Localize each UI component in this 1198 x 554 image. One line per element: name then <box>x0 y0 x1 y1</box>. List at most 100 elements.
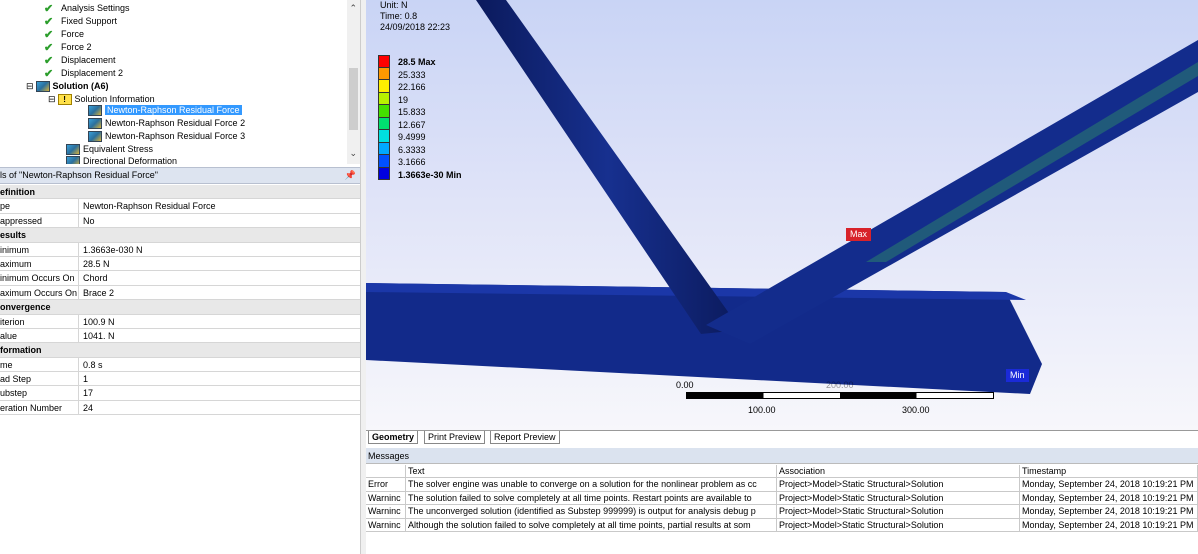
details-row[interactable]: pe Newton-Raphson Residual Force <box>0 199 360 214</box>
force-icon: ✔ <box>44 29 54 42</box>
result-icon <box>88 131 102 143</box>
message-row[interactable]: Warninc The unconverged solution (identif… <box>366 505 1198 519</box>
result-icon <box>66 156 80 164</box>
message-text: The unconverged solution (identified as … <box>406 505 777 518</box>
tree-item-displacement-2[interactable]: ✔ Displacement 2 <box>44 67 123 80</box>
legend-label: 28.5 Max <box>398 57 436 67</box>
tree-item-solution[interactable]: ⊟ Solution (A6) <box>26 80 109 93</box>
legend-label: 1.3663e-30 Min <box>398 169 462 180</box>
message-type: Warninc <box>366 518 406 531</box>
chevron-up-icon[interactable]: ⌃ <box>349 3 357 14</box>
legend-swatch <box>378 155 390 168</box>
details-key: onvergence <box>0 302 51 313</box>
legend-label: 9.4999 <box>398 132 426 142</box>
tree-item-nr-residual-force-3[interactable]: Newton-Raphson Residual Force 3 <box>88 130 245 143</box>
details-value[interactable]: 1 <box>80 372 360 385</box>
details-value[interactable]: No <box>80 214 360 227</box>
legend-swatch <box>378 167 390 180</box>
model-render <box>366 0 1198 394</box>
details-row[interactable]: aximum Occurs On Brace 2 <box>0 285 360 301</box>
details-row[interactable]: inimum 1.3663e-030 N <box>0 242 360 257</box>
message-row[interactable]: Error The solver engine was unable to con… <box>366 478 1198 492</box>
details-key: efinition <box>0 187 35 197</box>
details-value[interactable]: Chord <box>80 271 360 284</box>
column-header[interactable] <box>366 465 406 478</box>
legend-label: 3.1666 <box>398 157 426 167</box>
message-type: Warninc <box>366 505 406 518</box>
details-section-header[interactable]: formation <box>0 343 360 358</box>
details-row[interactable]: inimum Occurs On Chord <box>0 271 360 286</box>
column-header[interactable]: Text <box>406 465 777 478</box>
details-value[interactable]: 24 <box>80 401 360 414</box>
details-row[interactable]: eration Number 24 <box>0 400 360 416</box>
tree-item-force-2[interactable]: ✔ Force 2 <box>44 41 92 54</box>
messages-header-row: Text Association Timestamp <box>366 465 1198 479</box>
scale-ruler: 0.00 200.00 100.00 300.00 <box>676 380 996 420</box>
outline-tree: ✔ Analysis Settings ✔ Fixed Support ✔ Force… <box>0 0 360 164</box>
tree-item-directional-deformation[interactable]: Directional Deformation <box>66 155 177 164</box>
graphics-viewport[interactable]: Unit: N Time: 0.8 24/09/2018 22:23 28.5 … <box>366 0 1198 430</box>
details-key: eration Number <box>0 400 79 415</box>
tree-item-displacement[interactable]: ✔ Displacement <box>44 54 116 67</box>
tree-item-nr-residual-force-2[interactable]: Newton-Raphson Residual Force 2 <box>88 117 245 130</box>
scale-bar <box>686 392 994 399</box>
details-value[interactable]: Brace 2 <box>80 286 360 299</box>
details-value[interactable]: 28.5 N <box>80 257 360 270</box>
tree-item-fixed-support[interactable]: ✔ Fixed Support <box>44 15 117 28</box>
details-value[interactable]: 1.3663e-030 N <box>80 243 360 256</box>
details-key: alue <box>0 328 79 343</box>
displacement-icon: ✔ <box>44 68 54 81</box>
details-row[interactable]: ad Step 1 <box>0 372 360 387</box>
min-probe-label[interactable]: Min <box>1006 369 1029 382</box>
view-tabs: Geometry Print Preview Report Preview <box>366 430 1198 444</box>
details-row[interactable]: aximum 28.5 N <box>0 256 360 272</box>
details-row[interactable]: me 0.8 s <box>0 357 360 373</box>
result-icon <box>88 118 102 130</box>
tab-print-preview[interactable]: Print Preview <box>424 431 486 444</box>
tree-item-nr-residual-force[interactable]: Newton-Raphson Residual Force <box>88 104 242 117</box>
details-value[interactable]: 0.8 s <box>80 358 360 371</box>
warning-icon: ! <box>57 94 72 106</box>
max-probe-label[interactable]: Max <box>846 228 872 241</box>
messages-panel: Messages Text Association Timestamp Error Th… <box>366 448 1198 554</box>
legend-label: 22.166 <box>398 82 426 92</box>
tree-item-force[interactable]: ✔ Force <box>44 28 84 41</box>
details-key: inimum Occurs On <box>0 271 79 285</box>
details-section-header[interactable]: efinition <box>0 185 360 200</box>
message-row[interactable]: Warninc The solution failed to solve comp… <box>366 491 1198 506</box>
tree-item-analysis-settings[interactable]: ✔ Analysis Settings <box>44 2 130 15</box>
details-row[interactable]: ubstep 17 <box>0 386 360 401</box>
details-value[interactable]: 17 <box>80 386 360 399</box>
details-row[interactable]: appressed No <box>0 213 360 229</box>
details-section-header[interactable]: onvergence <box>0 300 360 315</box>
legend-swatch <box>378 117 390 130</box>
expand-minus-icon[interactable]: ⊟ <box>48 94 56 104</box>
message-row[interactable]: Warninc Although the solution failed to s… <box>366 518 1198 532</box>
tree-scrollbar[interactable]: ⌃ ⌄ <box>347 0 360 164</box>
details-key: ubstep <box>0 386 79 400</box>
message-text: The solution failed to solve completely … <box>406 491 777 505</box>
details-section-header[interactable]: esults <box>0 228 360 243</box>
details-value[interactable]: 100.9 N <box>80 315 360 328</box>
details-key: inimum <box>0 242 79 256</box>
details-row[interactable]: iterion 100.9 N <box>0 314 360 329</box>
tab-geometry[interactable]: Geometry <box>368 431 419 444</box>
details-key: appressed <box>0 213 79 228</box>
message-timestamp: Monday, September 24, 2018 10:19:21 PM <box>1020 478 1198 491</box>
legend-swatch <box>378 92 390 105</box>
column-header[interactable]: Timestamp <box>1020 465 1198 478</box>
chevron-down-icon[interactable]: ⌄ <box>349 148 357 159</box>
legend-label: 15.833 <box>398 107 426 117</box>
column-header[interactable]: Association <box>777 465 1020 478</box>
details-key: formation <box>0 345 42 356</box>
solution-icon <box>35 81 50 93</box>
pin-icon[interactable]: 📌 <box>345 168 356 183</box>
details-value[interactable]: 1041. N <box>80 329 360 342</box>
details-row[interactable]: alue 1041. N <box>0 328 360 344</box>
expand-minus-icon[interactable]: ⊟ <box>26 81 34 91</box>
scrollbar-thumb[interactable] <box>349 68 358 130</box>
details-value[interactable]: Newton-Raphson Residual Force <box>80 199 360 212</box>
message-timestamp: Monday, September 24, 2018 10:19:21 PM <box>1020 491 1198 505</box>
message-type: Error <box>366 478 406 491</box>
tab-report-preview[interactable]: Report Preview <box>490 431 560 444</box>
